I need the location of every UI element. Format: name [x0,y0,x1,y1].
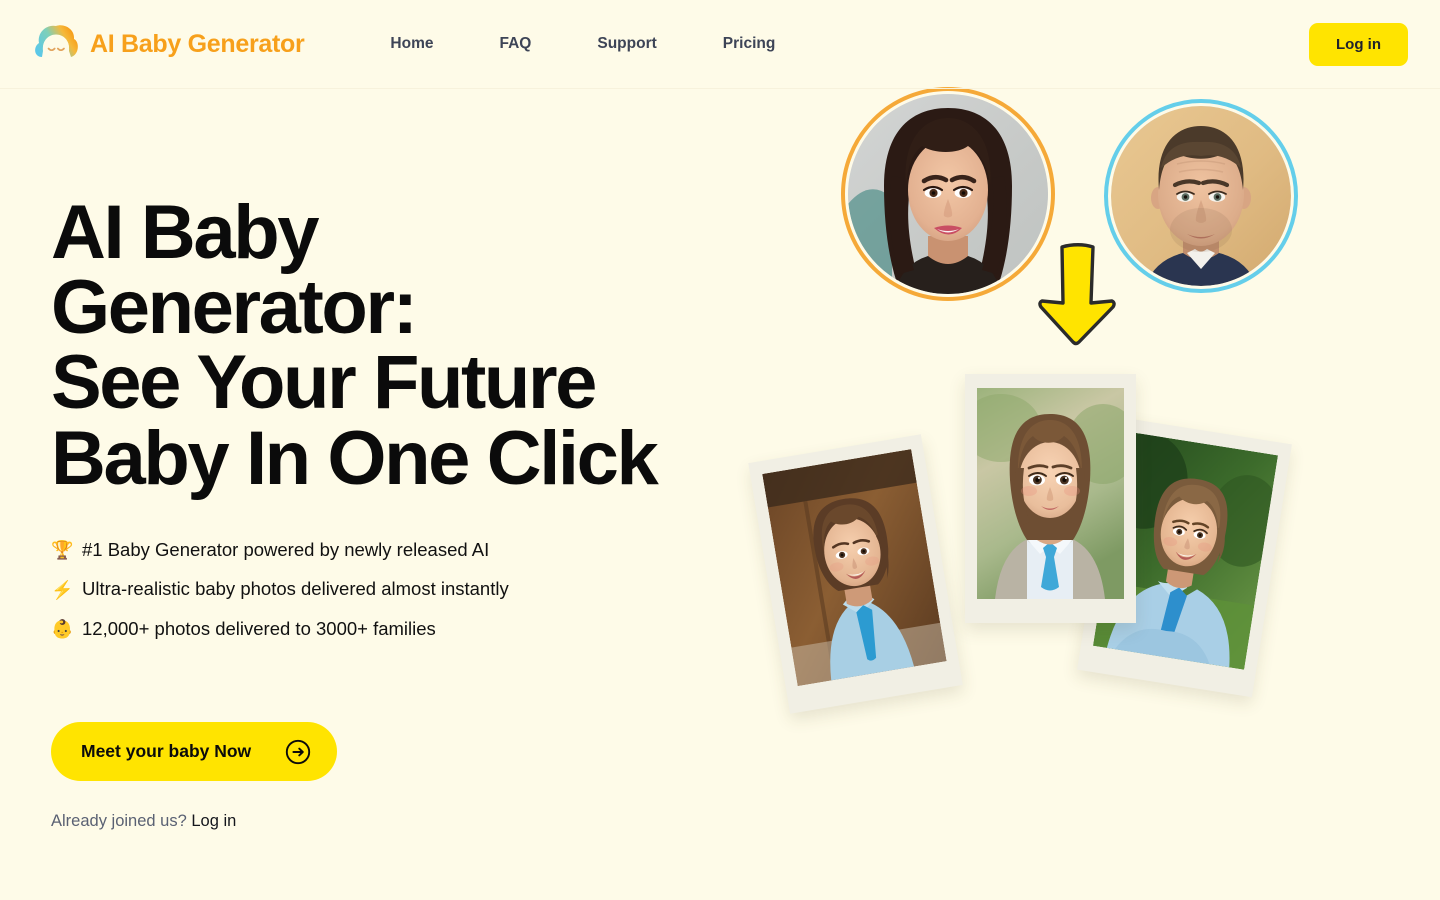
down-arrow-icon [1038,243,1116,346]
nav-item-support[interactable]: Support [597,27,656,61]
list-item: 👶 12,000+ photos delivered to 3000+ fami… [51,617,760,640]
bullet-text: #1 Baby Generator powered by newly relea… [82,538,490,560]
baby-emoji: 👶 [51,619,74,640]
hero-section: AI Baby Generator: See Your Future Baby … [0,87,1440,900]
baby-face-logo-icon [35,25,78,62]
main-nav: Home FAQ Support Pricing [390,27,775,61]
list-item: ⚡ Ultra-realistic baby photos delivered … [51,580,760,599]
brand-logo-link[interactable]: AI Baby Generator [32,21,305,67]
already-joined-prefix: Already joined us? [51,812,192,831]
headline-line-1: AI Baby [51,190,320,275]
hero-visual-column [748,87,1440,900]
site-header: AI Baby Generator Home FAQ Support Prici… [0,0,1440,89]
headline-line-2: Generator: [51,265,418,351]
nav-item-pricing[interactable]: Pricing [723,27,776,61]
cta-label: Meet your baby Now [81,741,252,762]
baby-photo-left[interactable] [748,434,963,714]
list-item: 🏆 #1 Baby Generator powered by newly rel… [51,538,760,561]
feature-bullet-list: 🏆 #1 Baby Generator powered by newly rel… [51,538,760,640]
baby-center-illustration [977,388,1124,599]
bullet-text: Ultra-realistic baby photos delivered al… [82,578,509,600]
already-joined-text: Already joined us? Log in [51,812,760,831]
inline-login-link[interactable]: Log in [191,812,236,830]
baby-photo-center-image [977,388,1124,599]
nav-item-home[interactable]: Home [390,27,433,61]
lightning-emoji: ⚡ [51,579,74,600]
nav-item-faq[interactable]: FAQ [500,27,532,61]
trophy-emoji: 🏆 [51,540,74,561]
circle-arrow-right-icon [286,739,311,765]
brand-name: AI Baby Generator [90,29,305,58]
hero-copy-column: AI Baby Generator: See Your Future Baby … [0,89,760,900]
page-title: AI Baby Generator: See Your Future Baby … [51,195,711,497]
headline-line-3: See Your Future [51,340,597,426]
baby-left-illustration [762,449,947,687]
meet-your-baby-button[interactable]: Meet your baby Now [51,722,338,782]
headline-line-4: Baby In One Click [51,415,659,501]
mother-avatar-ring [841,87,1055,301]
bullet-text: 12,000+ photos delivered to 3000+ famili… [82,617,436,639]
baby-photo-left-image [762,449,947,687]
baby-photo-center[interactable] [965,374,1136,623]
father-avatar-ring [1104,99,1298,293]
header-login-button[interactable]: Log in [1309,22,1408,66]
